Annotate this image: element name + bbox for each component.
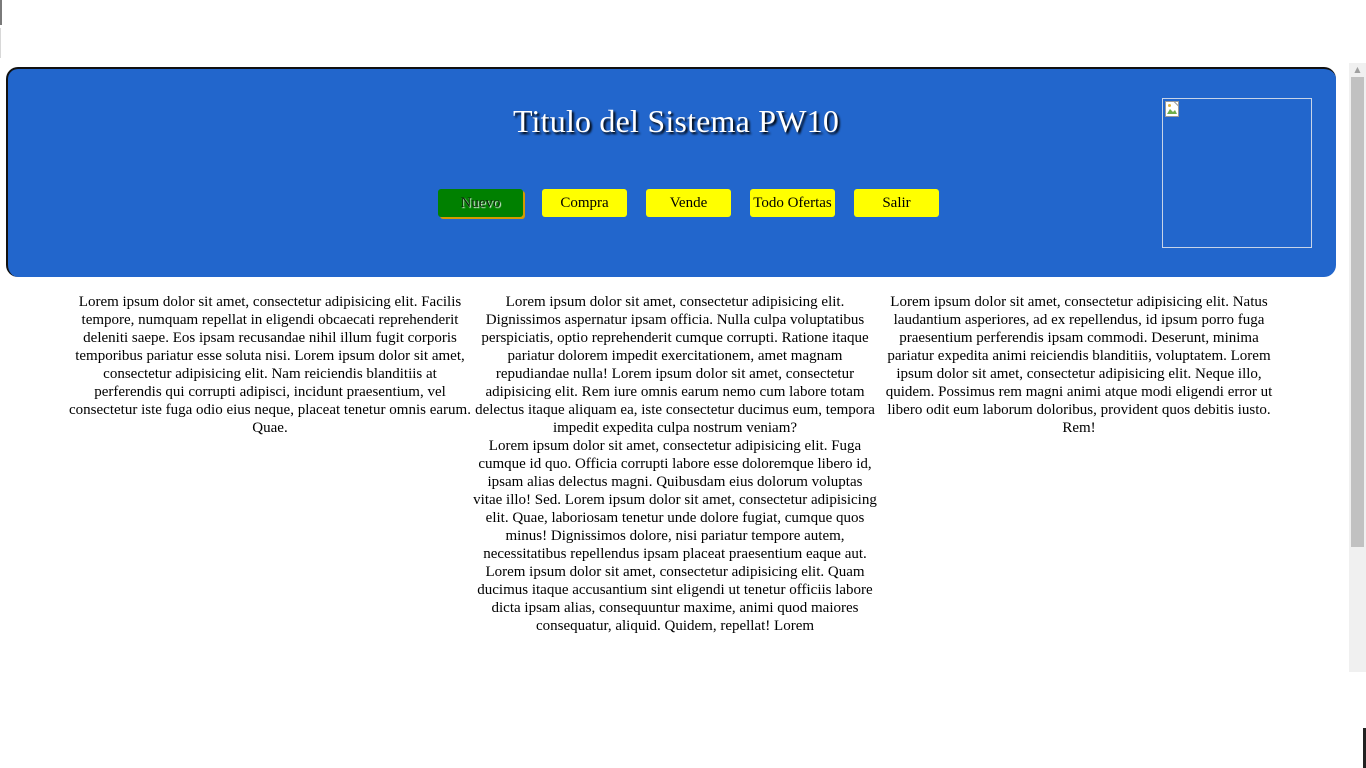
- nav-nuevo-button[interactable]: Nuevo: [438, 189, 523, 217]
- column-3-paragraph: Lorem ipsum dolor sit amet, consectetur …: [885, 294, 1273, 436]
- site-header: Titulo del Sistema PW10 Nuevo Compra Ven…: [6, 67, 1336, 277]
- content-column-2: Lorem ipsum dolor sit amet, consectetur …: [473, 293, 877, 635]
- column-1-paragraph: Lorem ipsum dolor sit amet, consectetur …: [69, 294, 471, 436]
- nav-salir-button[interactable]: Salir: [854, 189, 939, 217]
- vertical-scrollbar[interactable]: ▲: [1349, 63, 1366, 672]
- scrollbar-thumb[interactable]: [1351, 77, 1364, 547]
- column-2-paragraph-3: Lorem ipsum dolor sit amet, consectetur …: [477, 564, 873, 634]
- main-nav: Nuevo Compra Vende Todo Ofertas Salir: [8, 189, 1344, 219]
- content-column-3: Lorem ipsum dolor sit amet, consectetur …: [877, 293, 1281, 437]
- content-column-1: Lorem ipsum dolor sit amet, consectetur …: [68, 293, 472, 437]
- top-edge-mark: [0, 0, 2, 25]
- site-title: Titulo del Sistema PW10: [512, 103, 840, 139]
- page-viewport: Titulo del Sistema PW10 Nuevo Compra Ven…: [0, 63, 1349, 672]
- scroll-up-arrow-icon[interactable]: ▲: [1349, 63, 1366, 77]
- header-logo-image: [1162, 98, 1312, 248]
- nav-compra-button[interactable]: Compra: [542, 189, 627, 217]
- left-edge-mark: [0, 28, 1, 58]
- column-2-paragraph-1: Lorem ipsum dolor sit amet, consectetur …: [475, 294, 875, 436]
- nav-vende-button[interactable]: Vende: [646, 189, 731, 217]
- broken-image-icon: [1165, 101, 1179, 117]
- nav-todo-ofertas-button[interactable]: Todo Ofertas: [750, 189, 835, 217]
- column-2-paragraph-2: Lorem ipsum dolor sit amet, consectetur …: [473, 438, 877, 562]
